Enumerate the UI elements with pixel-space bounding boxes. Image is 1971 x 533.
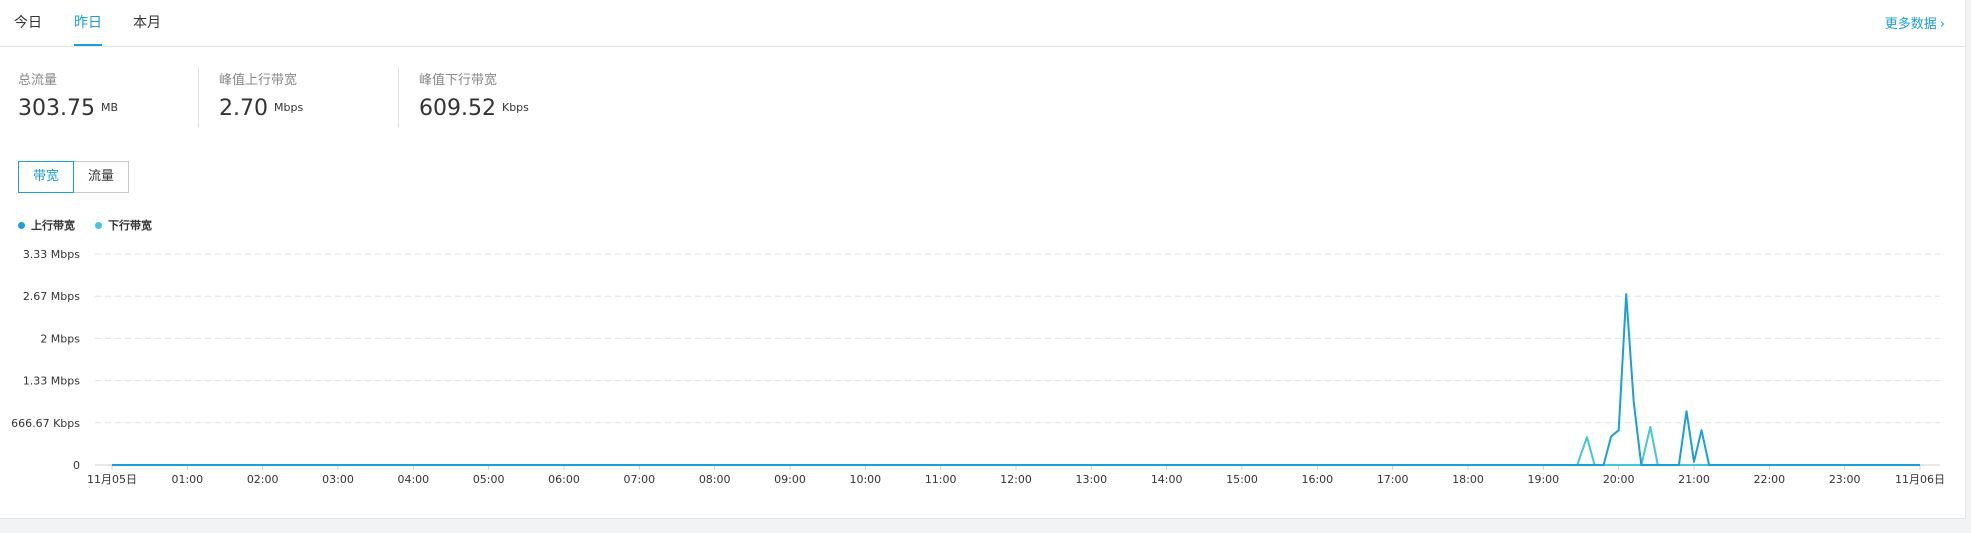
- more-data-label: 更多数据: [1884, 17, 1937, 32]
- x-tick-label: 11月05日: [87, 473, 137, 486]
- y-tick-label: 0: [73, 459, 80, 472]
- stat-label: 峰值上行带宽: [219, 73, 298, 88]
- tab-this-month[interactable]: 本月: [133, 12, 161, 46]
- legend-item-download[interactable]: 下行带宽: [95, 217, 152, 233]
- x-tick-label: 06:00: [548, 473, 580, 486]
- y-tick-label: 2.67 Mbps: [23, 290, 80, 303]
- bandwidth-chart: 0 666.67 Kbps 1.33 Mbps 2 Mbps 2.67 Mbps 3.33…: [11, 248, 1945, 486]
- x-tick-label: 01:00: [171, 473, 203, 486]
- traffic-toggle-button[interactable]: 流量: [74, 161, 130, 193]
- chart-legend: 上行带宽 下行带宽: [18, 217, 152, 233]
- traffic-card: 今日 昨日 本月 更多数据 › 总流量 303.75 MB 峰值上行带宽 2.70 M…: [0, 0, 1966, 519]
- y-tick-label: 666.67 Kbps: [11, 417, 80, 430]
- stat-label: 峰值下行带宽: [419, 73, 498, 88]
- divider: [398, 67, 399, 127]
- y-tick-label: 2 Mbps: [40, 332, 80, 345]
- x-tick-label: 18:00: [1452, 473, 1484, 486]
- x-tick-label: 02:00: [247, 473, 279, 486]
- x-tick-label: 04:00: [397, 473, 429, 486]
- tab-today[interactable]: 今日: [14, 12, 42, 46]
- x-tick-label: 05:00: [473, 473, 505, 486]
- x-tick-label: 15:00: [1226, 473, 1258, 486]
- tab-bar: 今日 昨日 本月 更多数据 ›: [0, 0, 1965, 47]
- stat-unit: Mbps: [273, 101, 304, 114]
- stat-unit: Kbps: [501, 101, 529, 114]
- x-tick-label: 22:00: [1753, 473, 1785, 486]
- stat-total-traffic: 总流量 303.75 MB: [18, 69, 118, 121]
- x-tick-label: 10:00: [849, 473, 881, 486]
- divider: [198, 67, 199, 127]
- x-tick-label: 19:00: [1527, 473, 1559, 486]
- metric-toggle: 带宽 流量: [18, 161, 130, 193]
- x-tick-label: 11月06日: [1895, 473, 1945, 486]
- chevron-right-icon: ›: [1939, 17, 1945, 32]
- x-tick-label: 16:00: [1301, 473, 1333, 486]
- x-tick-label: 07:00: [623, 473, 655, 486]
- series-line-download: [112, 426, 1920, 466]
- legend-label: 下行带宽: [108, 219, 152, 232]
- stat-value: 303.75: [18, 96, 95, 121]
- x-tick-label: 08:00: [699, 473, 731, 486]
- x-tick-label: 20:00: [1603, 473, 1635, 486]
- x-tick-label: 11:00: [925, 473, 957, 486]
- legend-item-upload[interactable]: 上行带宽: [18, 217, 75, 233]
- x-tick-label: 03:00: [322, 473, 354, 486]
- stat-label: 总流量: [18, 73, 58, 88]
- x-tick-label: 17:00: [1377, 473, 1409, 486]
- more-data-link[interactable]: 更多数据 ›: [1885, 13, 1945, 32]
- tab-yesterday[interactable]: 昨日: [74, 12, 102, 46]
- x-tick-label: 12:00: [1000, 473, 1032, 486]
- legend-dot-icon: [18, 221, 25, 229]
- stat-value: 2.70: [219, 96, 268, 121]
- bandwidth-toggle-button[interactable]: 带宽: [18, 161, 75, 193]
- stat-unit: MB: [100, 101, 119, 114]
- y-tick-label: 1.33 Mbps: [23, 375, 80, 388]
- series-line-upload: [112, 293, 1920, 466]
- stat-peak-download: 峰值下行带宽 609.52 Kbps: [419, 69, 529, 121]
- y-tick-label: 3.33 Mbps: [23, 248, 80, 261]
- stat-peak-upload: 峰值上行带宽 2.70 Mbps: [219, 69, 303, 121]
- x-tick-label: 13:00: [1075, 473, 1107, 486]
- x-tick-label: 21:00: [1678, 473, 1710, 486]
- x-tick-label: 14:00: [1151, 473, 1183, 486]
- legend-label: 上行带宽: [31, 219, 75, 232]
- legend-dot-icon: [95, 221, 102, 229]
- x-tick-label: 09:00: [774, 473, 806, 486]
- stat-value: 609.52: [419, 96, 496, 121]
- x-tick-label: 23:00: [1829, 473, 1861, 486]
